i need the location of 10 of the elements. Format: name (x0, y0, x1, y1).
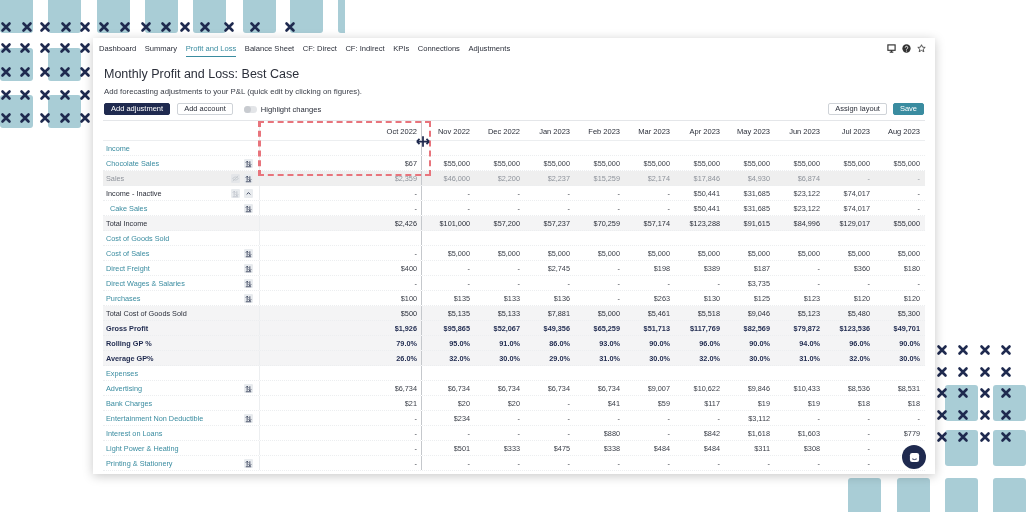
chat-button[interactable] (902, 445, 926, 469)
monitor-icon (887, 43, 896, 53)
star-icon (917, 43, 926, 53)
page-title: Monthly Profit and Loss: Best Case (104, 67, 301, 81)
caret-up-icon (244, 188, 253, 198)
toggle-switch[interactable] (243, 105, 257, 113)
chat-icon (908, 451, 920, 463)
up-down-arrows-icon (231, 188, 240, 198)
resize-cursor-icon (416, 136, 430, 147)
help-icon (902, 43, 911, 53)
